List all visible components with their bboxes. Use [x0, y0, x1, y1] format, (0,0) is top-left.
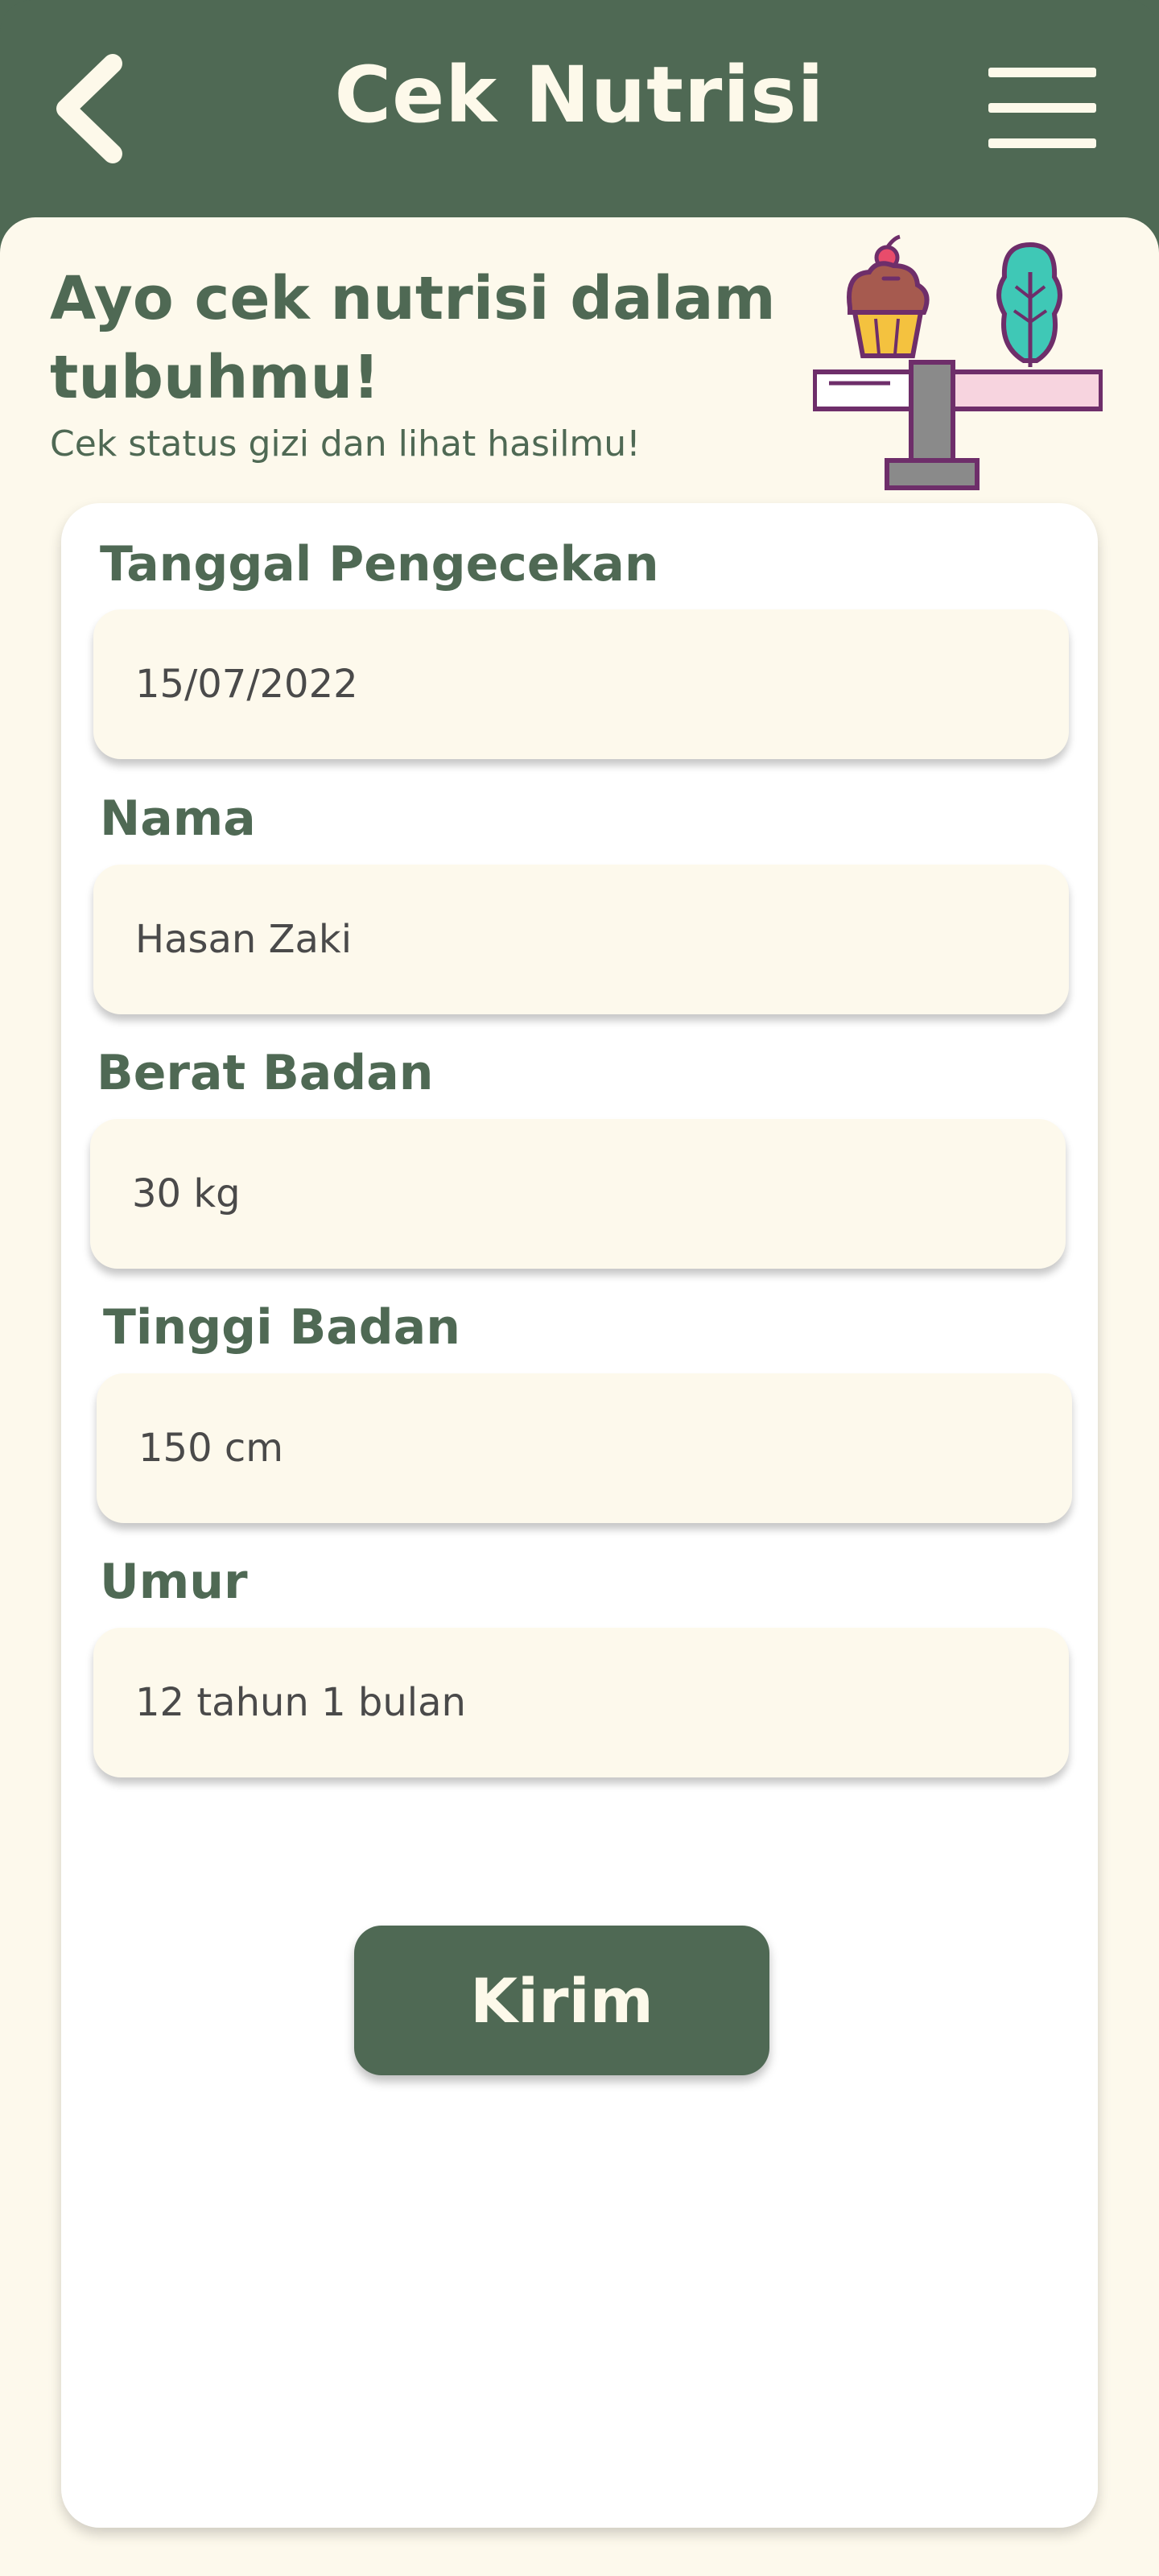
name-field[interactable] [93, 865, 1069, 1014]
height-label: Tinggi Badan [103, 1299, 460, 1356]
height-field[interactable] [97, 1373, 1072, 1523]
menu-button[interactable] [982, 63, 1103, 151]
age-field[interactable] [93, 1628, 1069, 1777]
hamburger-menu-icon [988, 68, 1096, 77]
weight-field[interactable] [90, 1119, 1066, 1269]
form-card: Tanggal Pengecekan Nama Berat Badan Ting… [61, 503, 1098, 2528]
name-label: Nama [100, 791, 256, 847]
age-label: Umur [100, 1554, 248, 1610]
hero-subtitle: Cek status gizi dan lihat hasilmu! [50, 423, 641, 464]
hero-title: Ayo cek nutrisi dalam tubuhmu! [50, 264, 776, 412]
date-field[interactable] [93, 609, 1069, 759]
weight-label: Berat Badan [97, 1045, 434, 1101]
hamburger-line [988, 103, 1096, 113]
submit-button[interactable]: Kirim [354, 1926, 769, 2075]
nutrition-scale-icon [813, 234, 1103, 490]
date-label: Tanggal Pengecekan [100, 536, 659, 592]
app-header: Cek Nutrisi [0, 0, 1159, 219]
hamburger-line [988, 138, 1096, 148]
